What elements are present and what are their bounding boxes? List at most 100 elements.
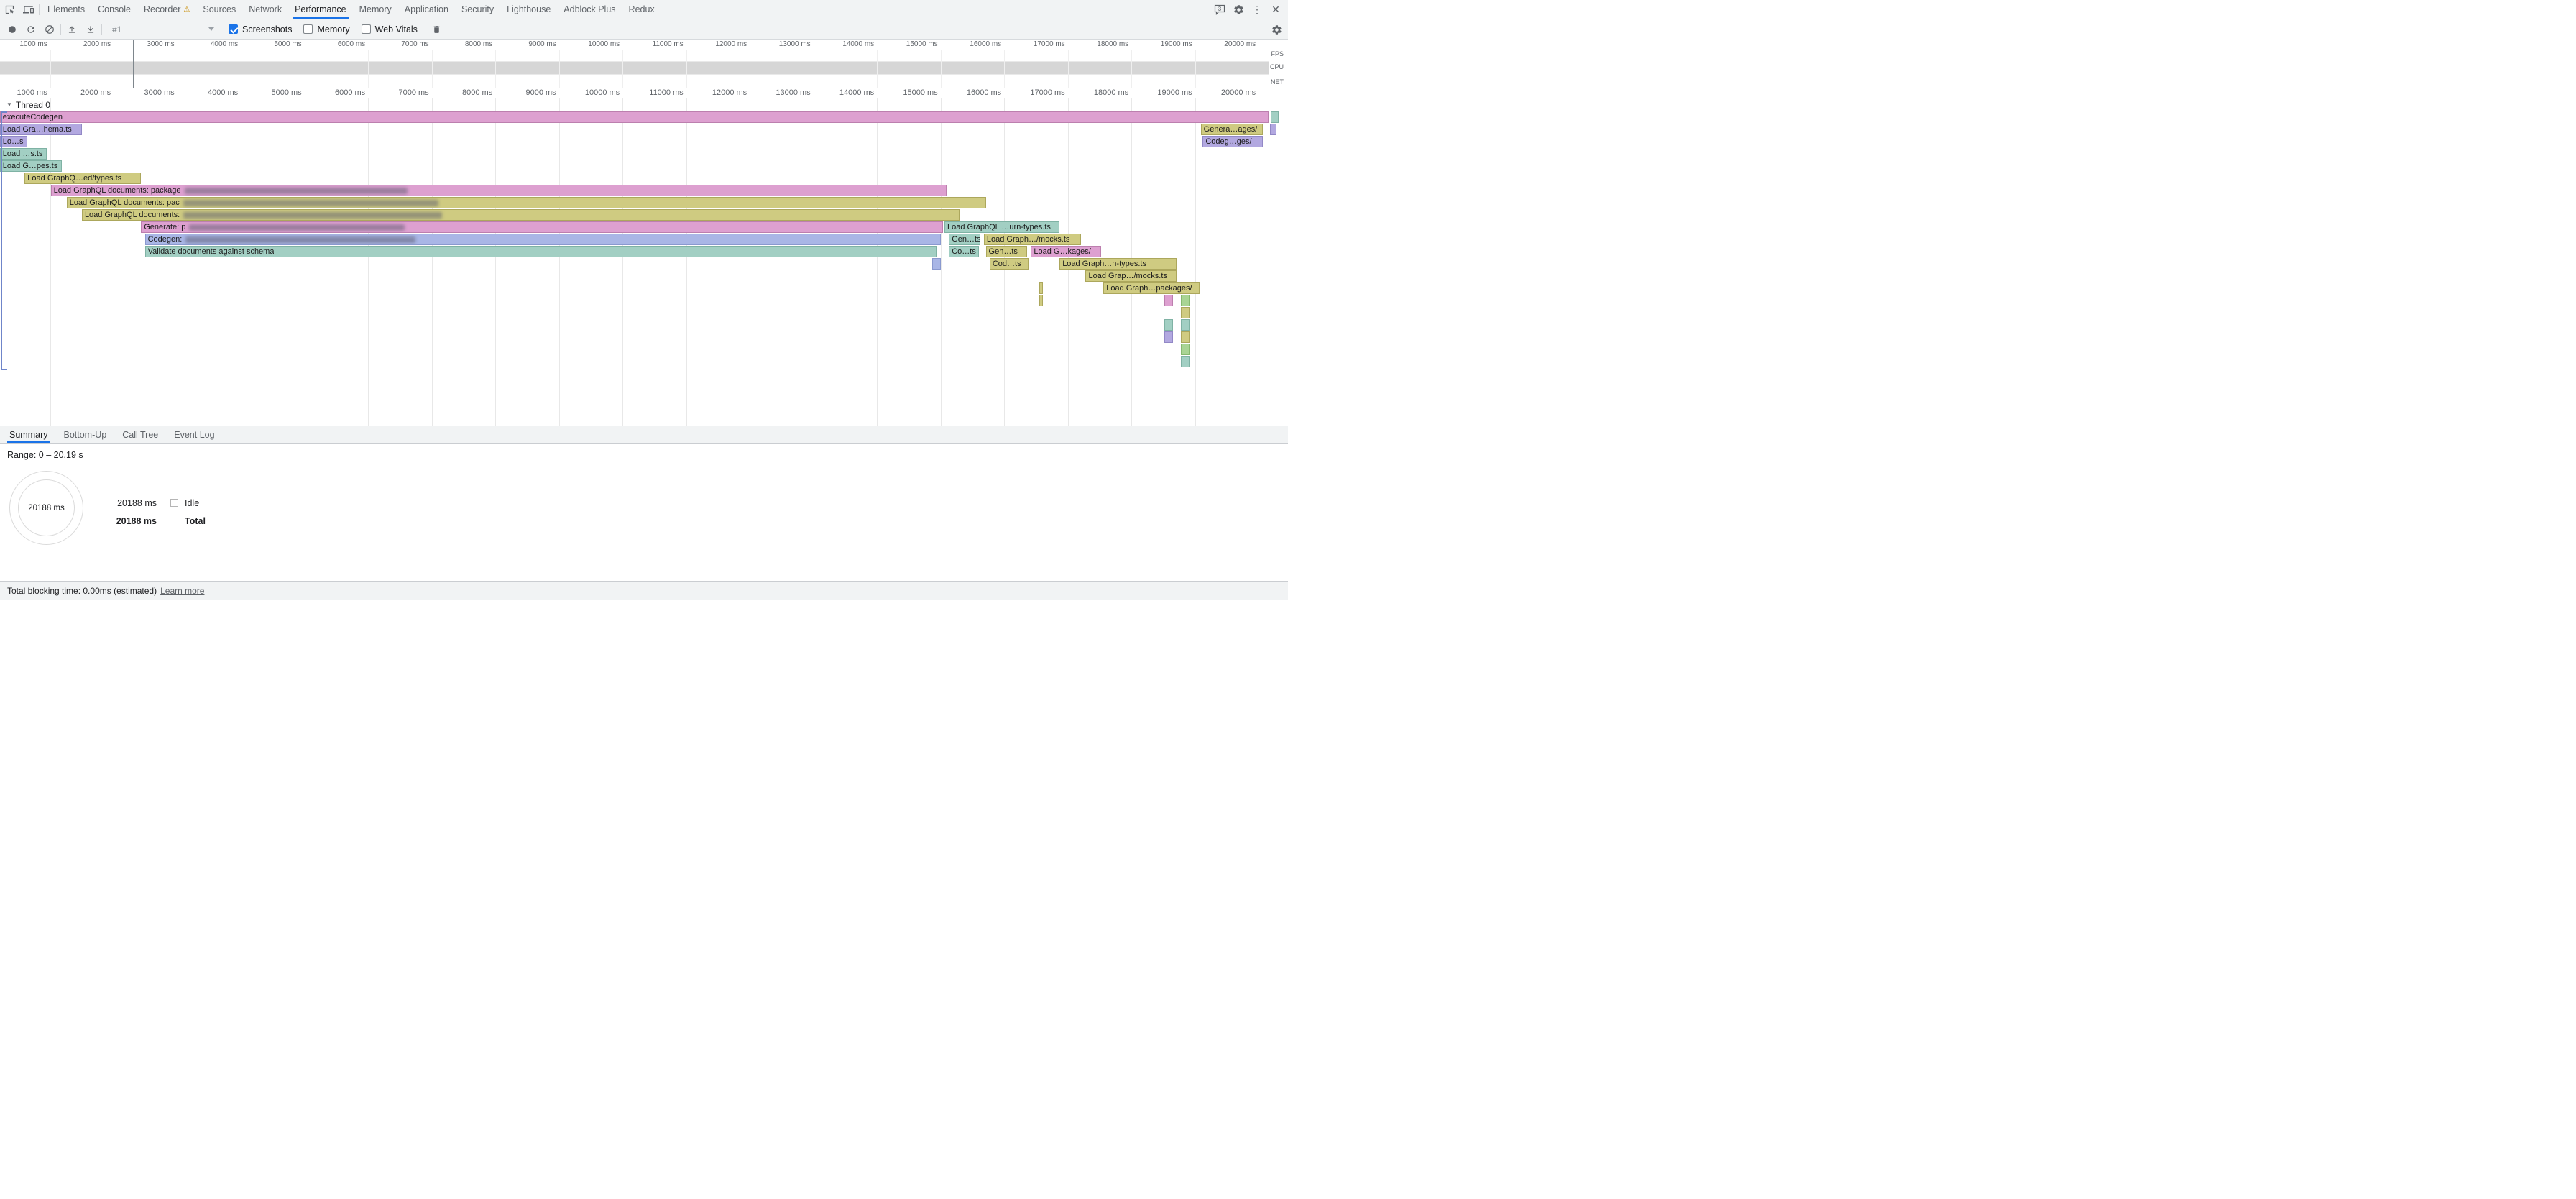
overview-tick-label: 19000 ms (1141, 40, 1192, 48)
flame-event[interactable] (1039, 295, 1043, 306)
checkbox-box[interactable] (362, 24, 371, 34)
event-label: Load GraphQL documents: (85, 211, 180, 220)
capture-settings-gear-icon[interactable] (1271, 19, 1282, 40)
flame-event[interactable]: Codegen: (145, 234, 941, 245)
checkbox-box[interactable] (303, 24, 313, 34)
disclosure-triangle-icon[interactable]: ▼ (6, 101, 12, 108)
flame-event[interactable]: Load GraphQL documents: (82, 209, 960, 221)
flame-event[interactable]: Validate documents against schema (145, 246, 937, 257)
overview-tick-label: 6000 ms (313, 40, 365, 48)
flame-event[interactable] (1164, 331, 1173, 343)
flame-event[interactable] (1181, 331, 1190, 343)
flame-event[interactable] (932, 258, 941, 270)
checkbox-web-vitals[interactable]: Web Vitals (362, 24, 418, 35)
flame-event[interactable]: Load Graph…n-types.ts (1059, 258, 1177, 270)
redacted-text (183, 200, 438, 206)
flame-event[interactable]: Load Grap…/mocks.ts (1085, 270, 1177, 282)
tab-event-log[interactable]: Event Log (166, 426, 222, 443)
flame-event[interactable] (1181, 295, 1190, 306)
tab-performance[interactable]: Performance (288, 0, 353, 19)
tab-call-tree[interactable]: Call Tree (114, 426, 166, 443)
messages-badge-icon[interactable]: 3 (1210, 0, 1229, 19)
more-options-kebab-icon[interactable]: ⋮ (1248, 0, 1266, 19)
flame-event[interactable]: Load G…pes.ts (0, 160, 62, 172)
tab-console[interactable]: Console (91, 0, 137, 19)
tab-lighthouse[interactable]: Lighthouse (500, 0, 557, 19)
checkbox-box[interactable] (229, 24, 238, 34)
flame-event[interactable]: executeCodegen (0, 111, 1269, 123)
overview-tick-label: 7000 ms (377, 40, 429, 48)
flame-event[interactable] (1181, 319, 1190, 331)
flame-event[interactable]: Load …s.ts (0, 148, 47, 160)
overview-grid-line (495, 50, 496, 88)
flame-event[interactable] (1270, 124, 1276, 135)
flame-event[interactable] (1271, 111, 1279, 123)
chevron-down-icon (208, 27, 214, 31)
flame-event[interactable] (1039, 282, 1043, 294)
thread-header[interactable]: ▼ Thread 0 (0, 98, 50, 111)
ruler-tick-label: 8000 ms (441, 88, 492, 98)
flame-event[interactable]: Load G…kages/ (1031, 246, 1100, 257)
summary-pane: Range: 0 – 20.19 s 20188 ms 20188 msIdle… (0, 444, 1288, 581)
checkbox-memory[interactable]: Memory (303, 24, 349, 35)
tab-label: Memory (359, 4, 392, 14)
tab-redux[interactable]: Redux (622, 0, 661, 19)
ruler-tick-label: 13000 ms (759, 88, 811, 98)
flame-event[interactable] (1181, 344, 1190, 355)
overview-grid-line (559, 50, 560, 88)
devtools-tab-strip: ElementsConsoleRecorder⚠SourcesNetworkPe… (41, 0, 661, 19)
flame-event[interactable]: Load GraphQL documents: package (51, 185, 947, 196)
flame-event[interactable]: Load Graph…/mocks.ts (984, 234, 1081, 245)
record-button[interactable] (3, 20, 22, 39)
flame-event[interactable]: Load GraphQ…ed/types.ts (24, 173, 141, 184)
flame-event[interactable]: Load Gra…hema.ts (0, 124, 82, 135)
device-toolbar-icon[interactable] (19, 0, 37, 19)
flame-event[interactable]: Genera…ages/ (1201, 124, 1263, 135)
flame-event[interactable]: Cod…ts (990, 258, 1029, 270)
flame-event[interactable]: Gen…ts (986, 246, 1028, 257)
delete-recording-button[interactable] (428, 20, 446, 39)
tab-security[interactable]: Security (455, 0, 500, 19)
details-tab-strip: Summary Bottom-Up Call Tree Event Log (0, 426, 1288, 444)
event-label: Gen…ts (952, 235, 980, 244)
flame-event[interactable]: Load GraphQL …urn-types.ts (944, 221, 1059, 233)
clear-recording-button[interactable] (40, 20, 59, 39)
flame-event[interactable] (1164, 319, 1173, 331)
flame-event[interactable] (1181, 356, 1190, 367)
flame-event[interactable]: Load Graph…packages/ (1103, 282, 1200, 294)
close-devtools-icon[interactable]: ✕ (1266, 0, 1285, 19)
tab-recorder[interactable]: Recorder⚠ (137, 0, 196, 19)
tab-application[interactable]: Application (398, 0, 455, 19)
tab-sources[interactable]: Sources (196, 0, 242, 19)
flame-event[interactable]: Codeg…ges/ (1202, 136, 1262, 147)
tab-elements[interactable]: Elements (41, 0, 91, 19)
flame-event[interactable]: Generate: p (141, 221, 943, 233)
tab-summary[interactable]: Summary (1, 426, 55, 443)
load-profile-button[interactable] (63, 20, 81, 39)
reload-and-record-button[interactable] (22, 20, 40, 39)
flame-event[interactable] (1181, 307, 1190, 318)
ruler-tick-label: 20000 ms (1204, 88, 1256, 98)
learn-more-link[interactable]: Learn more (160, 586, 204, 596)
tab-network[interactable]: Network (242, 0, 288, 19)
recording-history-select[interactable]: #1 (109, 24, 217, 35)
tab-label: Bottom-Up (63, 430, 106, 440)
legend-swatch[interactable] (170, 499, 178, 507)
inspect-element-icon[interactable] (0, 0, 19, 19)
tab-bottom-up[interactable]: Bottom-Up (55, 426, 114, 443)
settings-gear-icon[interactable] (1229, 0, 1248, 19)
event-label: Load Graph…n-types.ts (1062, 259, 1146, 269)
flame-chart[interactable]: ▼ Thread 0 executeCodegenLoad Gra…hema.t… (0, 98, 1288, 426)
overview-pane[interactable]: 1000 ms2000 ms3000 ms4000 ms5000 ms6000 … (0, 40, 1288, 88)
checkbox-screenshots[interactable]: Screenshots (229, 24, 292, 35)
overview-grid-line (432, 50, 433, 88)
save-profile-button[interactable] (81, 20, 100, 39)
tab-label: Call Tree (122, 430, 158, 440)
tab-adblock-plus[interactable]: Adblock Plus (557, 0, 622, 19)
flame-event[interactable]: Lo…s (0, 136, 27, 147)
flame-event[interactable]: Gen…ts (949, 234, 980, 245)
flame-event[interactable]: Load GraphQL documents: pac (67, 197, 986, 208)
flame-event[interactable] (1164, 295, 1173, 306)
tab-memory[interactable]: Memory (353, 0, 398, 19)
flame-event[interactable]: Co…ts (949, 246, 979, 257)
